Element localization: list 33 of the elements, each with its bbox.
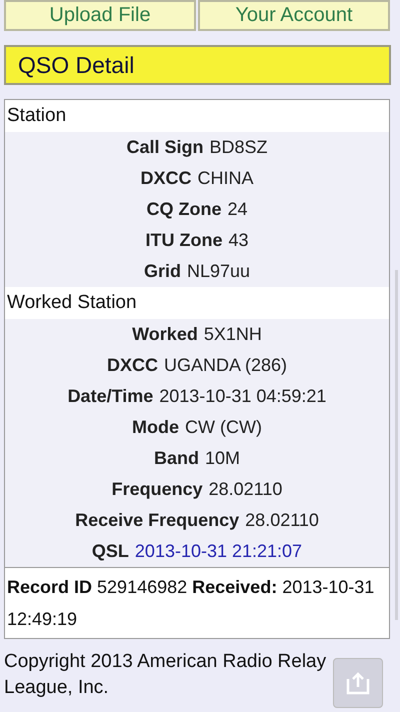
field-label: DXCC — [106, 355, 158, 376]
record-info: Record ID 529146982 Received: 2013-10-31 12:49:19 — [5, 567, 389, 638]
field-value: 5X1NH — [204, 324, 262, 345]
share-icon — [344, 671, 372, 695]
field-value: 28.02110 — [208, 479, 282, 500]
nav-button[interactable]: Upload File — [4, 0, 196, 31]
field-label: Call Sign — [126, 137, 204, 158]
field-value: UGANDA (286) — [164, 355, 288, 376]
field-value: CW (CW) — [185, 417, 262, 438]
field-value: 24 — [227, 199, 248, 220]
field-label: ITU Zone — [145, 230, 222, 251]
field-value: CHINA — [198, 168, 254, 189]
share-button[interactable] — [333, 658, 383, 708]
field-label: Frequency — [112, 479, 203, 500]
field-value: 43 — [228, 230, 249, 251]
field-label: CQ Zone — [146, 199, 222, 220]
qsl-link[interactable]: 2013-10-31 21:21:07 — [134, 541, 302, 562]
page-title: QSO Detail — [4, 45, 391, 85]
field-label: Band — [154, 448, 199, 469]
field-value: 2013-10-31 04:59:21 — [159, 386, 326, 407]
field-value: 28.02110 — [245, 510, 319, 531]
field-label: Worked — [132, 324, 198, 345]
field-label: QSL — [92, 541, 129, 562]
field-value: BD8SZ — [209, 137, 268, 158]
field-label: Grid — [144, 261, 181, 282]
nav-button[interactable]: Your Account — [198, 0, 390, 31]
field-value: 10M — [204, 448, 240, 469]
field-label: Mode — [132, 417, 180, 438]
field-label: DXCC — [140, 168, 192, 189]
field-label: Receive Frequency — [75, 510, 240, 531]
field-value: NL97uu — [186, 261, 250, 282]
field-label: Date/Time — [68, 386, 154, 407]
copyright-text: Copyright 2013 American Radio Relay League, Inc. — [4, 650, 328, 700]
